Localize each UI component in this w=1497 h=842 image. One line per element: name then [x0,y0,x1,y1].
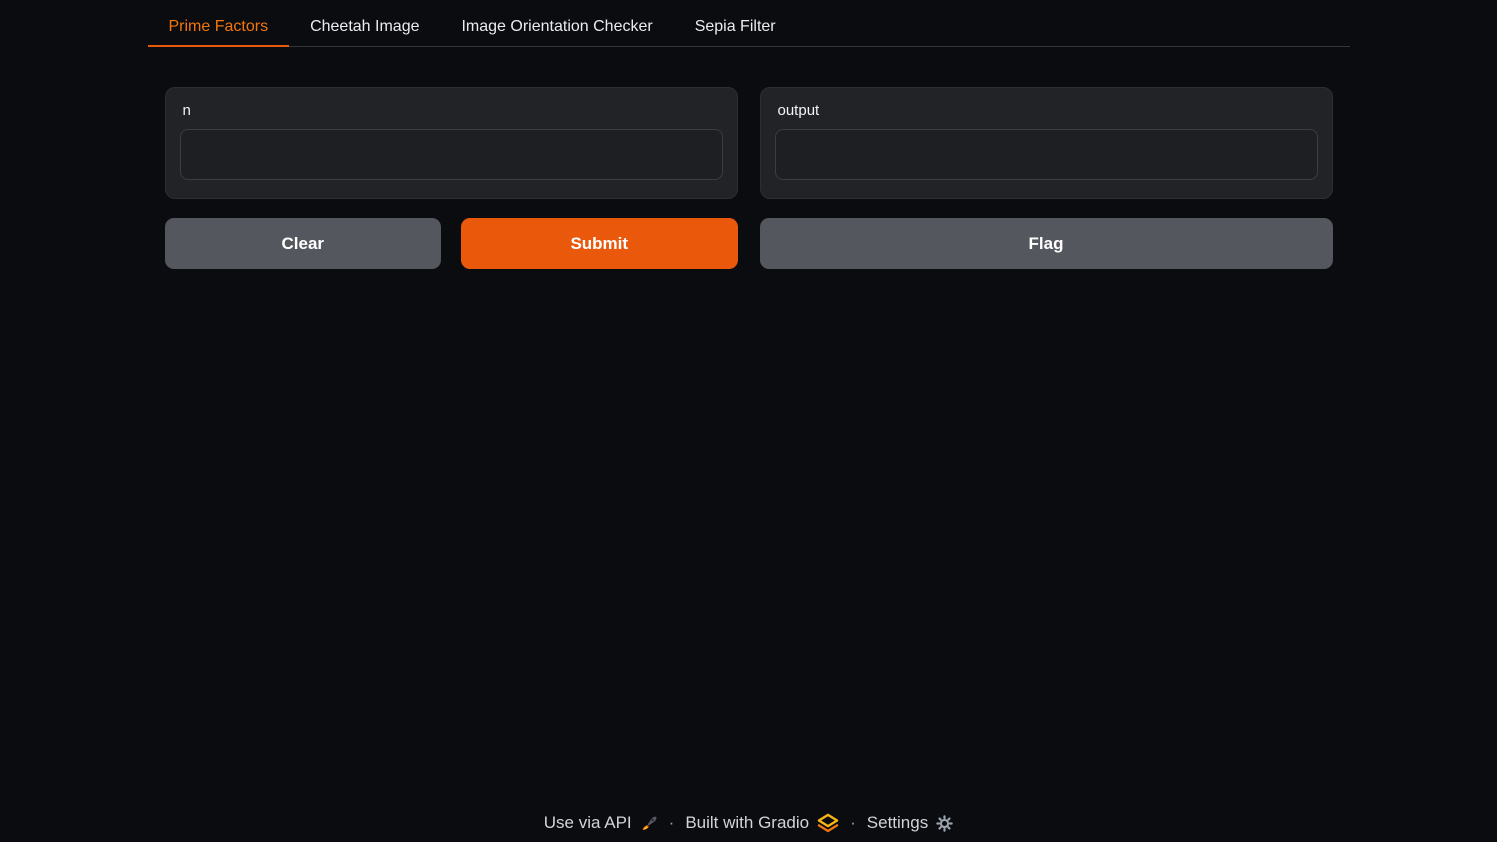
input-buttons-row: Clear Submit [165,218,738,269]
flag-button[interactable]: Flag [760,218,1333,269]
footer-separator-2: · [850,813,856,833]
footer-separator-1: · [669,813,675,833]
rocket-icon [640,814,658,832]
clear-button[interactable]: Clear [165,218,442,269]
gradio-logo-icon [817,813,839,833]
settings-label: Settings [867,813,928,833]
input-panel: n [165,87,738,199]
output-column: output Flag [760,87,1333,269]
submit-button[interactable]: Submit [461,218,738,269]
built-with-gradio-label: Built with Gradio [685,813,809,833]
output-buttons-row: Flag [760,218,1333,269]
footer: Use via API · Built with Gradio · Settin… [0,813,1497,833]
output-panel: output [760,87,1333,199]
tab-bar: Prime Factors Cheetah Image Image Orient… [148,0,1350,47]
tab-prime-factors[interactable]: Prime Factors [148,9,290,47]
tab-sepia-filter[interactable]: Sepia Filter [674,9,797,47]
gear-icon [936,815,953,832]
tab-cheetah-image[interactable]: Cheetah Image [289,9,440,47]
tab-panel-prime-factors: n Clear Submit output Flag [148,87,1350,269]
input-column: n Clear Submit [165,87,738,269]
use-via-api-link[interactable]: Use via API [544,813,658,833]
output-label: output [778,102,1318,119]
settings-link[interactable]: Settings [867,813,953,833]
tab-image-orientation-checker[interactable]: Image Orientation Checker [440,9,673,47]
output-textbox[interactable] [775,129,1318,180]
input-label: n [183,102,723,119]
use-via-api-label: Use via API [544,813,632,833]
n-textbox[interactable] [180,129,723,180]
built-with-gradio-link[interactable]: Built with Gradio [685,813,839,833]
app-container: Prime Factors Cheetah Image Image Orient… [148,0,1350,269]
